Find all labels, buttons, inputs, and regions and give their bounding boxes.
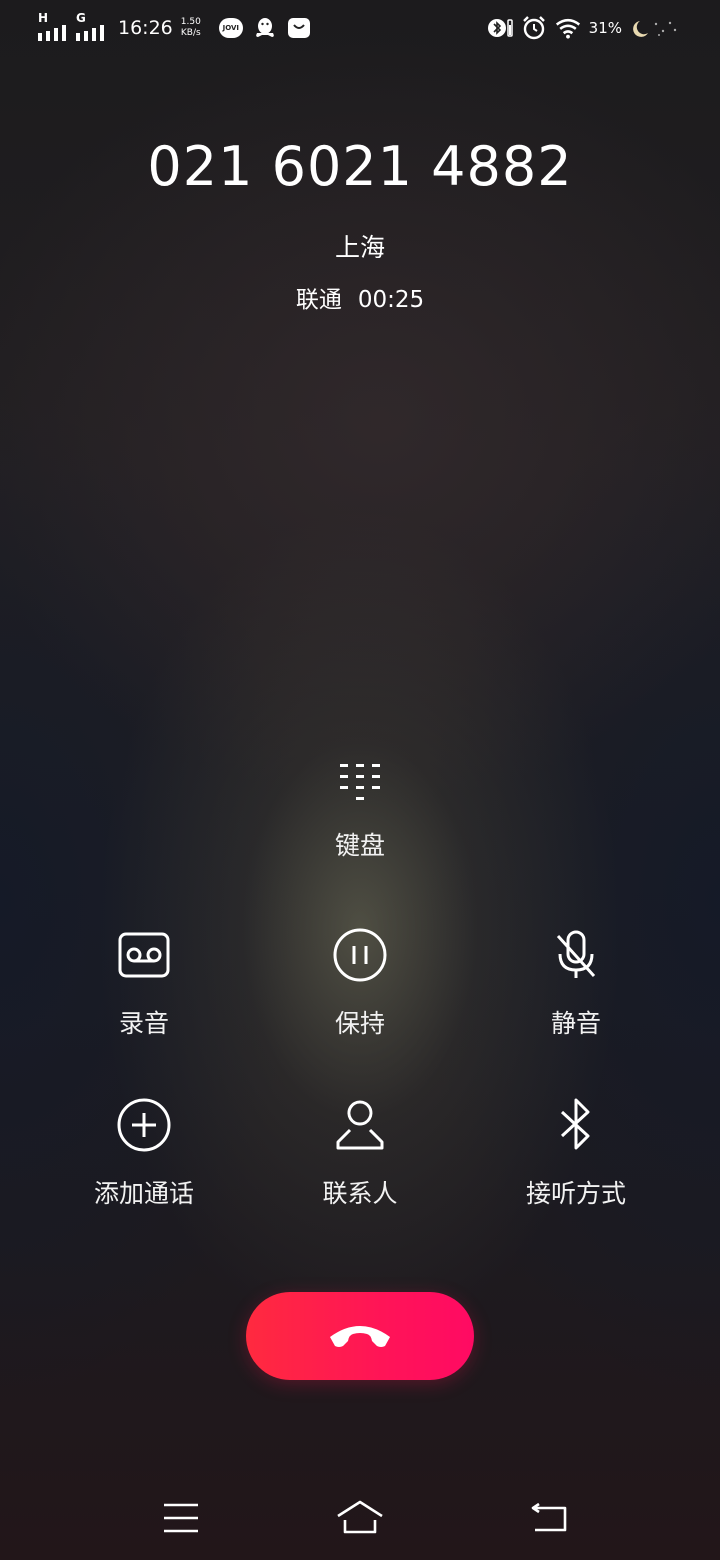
jovi-app-icon: JOVI (218, 16, 243, 40)
contacts-button[interactable]: 联系人 (250, 1096, 470, 1210)
mute-label: 静音 (550, 1009, 601, 1038)
record-label: 录音 (118, 1009, 169, 1038)
bluetooth-battery-icon (487, 19, 513, 37)
status-bar: H G 16:26 1.50 KB/s JOVI 31% (0, 0, 720, 56)
network-speed-unit: KB/s (180, 28, 201, 38)
contacts-label: 联系人 (322, 1179, 398, 1208)
bluetooth-icon (560, 1098, 590, 1150)
add-call-label: 添加通话 (93, 1179, 194, 1208)
shopping-bag-icon (287, 16, 311, 40)
weather-moon-icon (633, 21, 677, 37)
signal-sim1: H (38, 11, 72, 43)
battery-percent: 31% (588, 19, 622, 37)
mute-button[interactable]: 静音 (466, 926, 686, 1040)
wifi-icon (555, 18, 580, 39)
back-icon (531, 1502, 567, 1532)
call-meta: 联通 00:25 (0, 280, 720, 314)
qq-icon (253, 16, 277, 40)
dialpad-icon (340, 764, 380, 800)
network-speed-value: 1.50 (180, 17, 201, 27)
in-call-screen: H G 16:26 1.50 KB/s JOVI 31% 021 6021 48… (0, 0, 720, 1560)
call-duration: 00:25 (357, 287, 425, 313)
mic-off-icon (556, 930, 596, 978)
pause-icon (333, 928, 387, 982)
voicemail-icon (118, 932, 170, 978)
status-left: H G 16:26 1.50 KB/s JOVI (38, 10, 321, 46)
menu-icon (164, 1503, 198, 1533)
clock: 16:26 (118, 17, 173, 39)
audio-route-button[interactable]: 接听方式 (466, 1096, 686, 1210)
alarm-icon (522, 16, 545, 40)
home-button[interactable] (335, 1494, 385, 1542)
record-button[interactable]: 录音 (34, 926, 254, 1040)
person-icon (336, 1100, 384, 1150)
status-right: 31% (479, 10, 680, 46)
hold-button[interactable]: 保持 (250, 926, 470, 1040)
add-call-button[interactable]: 添加通话 (34, 1096, 254, 1210)
keypad-button[interactable]: 键盘 (250, 758, 470, 862)
network-speed: 1.50 KB/s (181, 17, 201, 39)
add-circle-icon (117, 1098, 171, 1152)
signal-bars-icon (76, 25, 104, 41)
back-button[interactable] (525, 1494, 575, 1542)
home-icon (337, 1500, 383, 1534)
jovi-label: JOVI (218, 18, 243, 38)
hold-label: 保持 (334, 1009, 385, 1038)
signal-sim2: G (76, 11, 110, 43)
signal-bars-icon (38, 25, 66, 41)
audio-route-label: 接听方式 (525, 1179, 626, 1208)
caller-location: 上海 (334, 233, 385, 262)
caller-number: 021 6021 4882 (147, 135, 573, 198)
menu-button[interactable] (156, 1494, 206, 1542)
keypad-label: 键盘 (334, 831, 385, 860)
hang-up-icon (330, 1326, 390, 1347)
end-call-button[interactable] (246, 1292, 474, 1380)
carrier-label: 联通 (295, 287, 342, 313)
